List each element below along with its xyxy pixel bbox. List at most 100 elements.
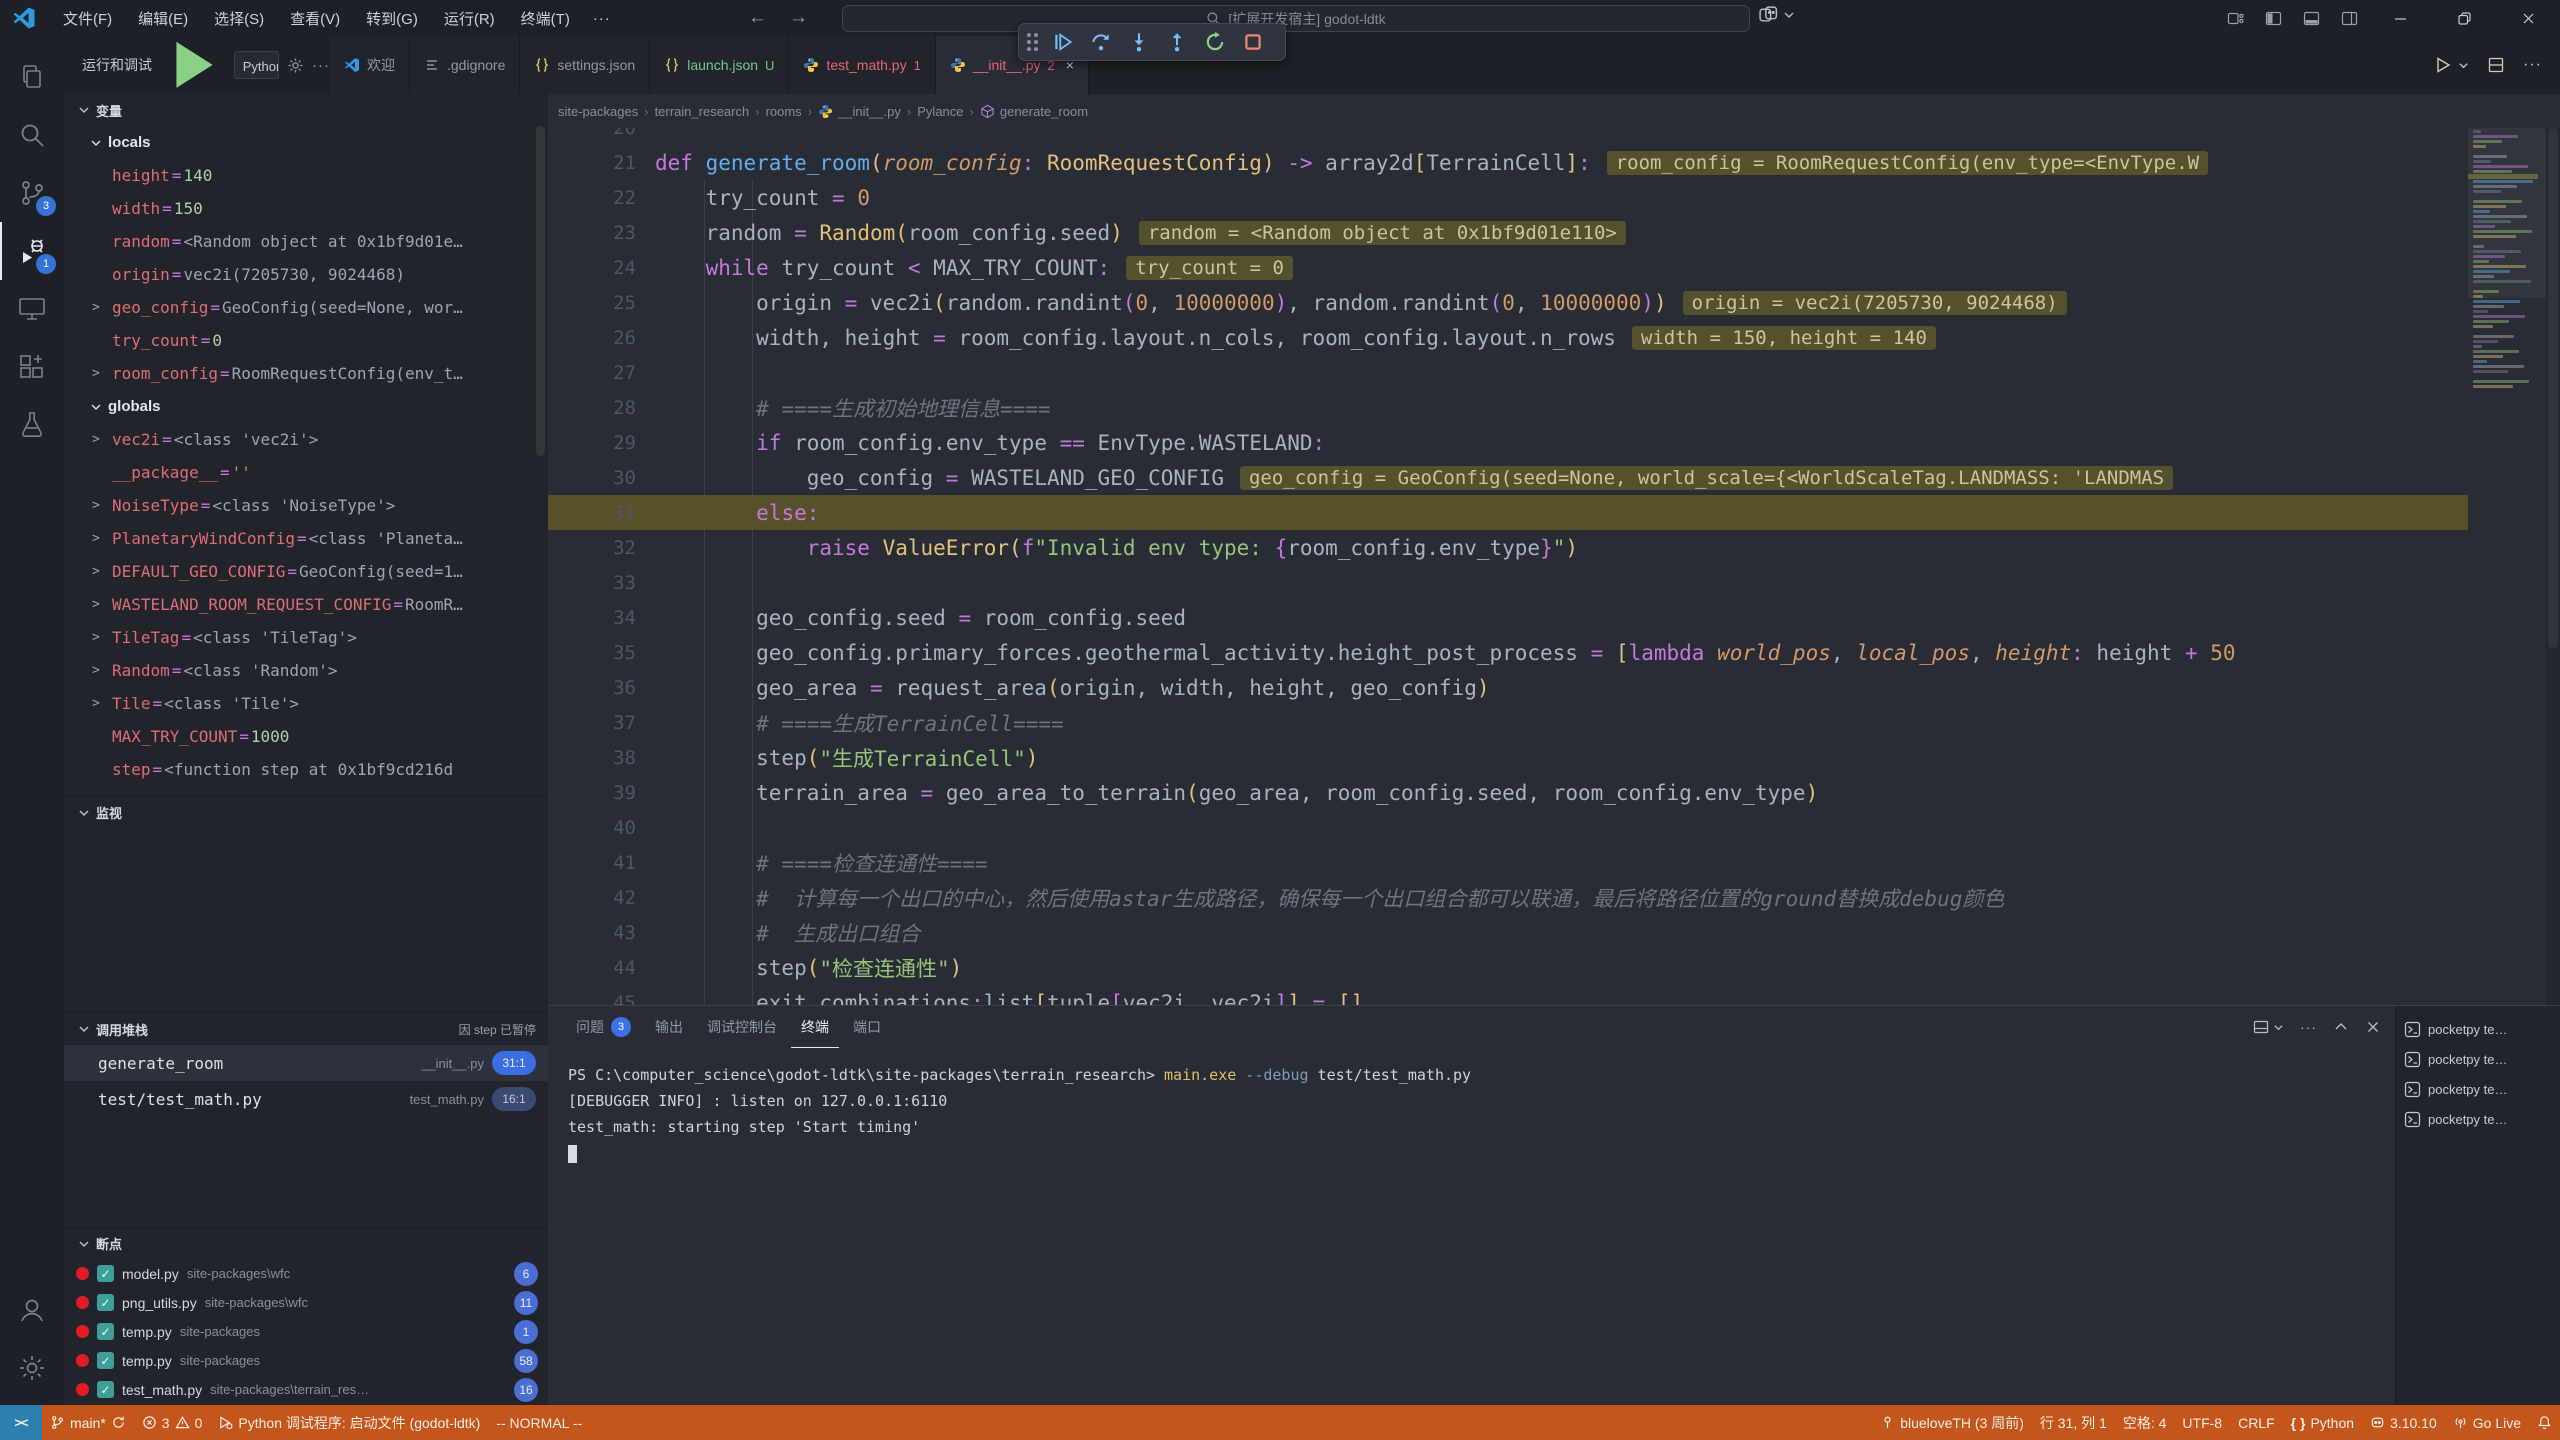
code-line-20[interactable]: 20 [548, 128, 2560, 145]
more-actions-icon[interactable]: ··· [312, 57, 330, 74]
menu-item[interactable]: 文件(F) [50, 4, 125, 33]
tab-settings.json[interactable]: settings.json [520, 36, 650, 94]
variable-try_count[interactable]: try_count = 0 [64, 324, 548, 357]
code-line-45[interactable]: 45 exit_combinations:list[tuple[vec2i, v… [548, 985, 2560, 1005]
breakpoint-checkbox[interactable]: ✓ [97, 1352, 114, 1369]
breakpoint-checkbox[interactable]: ✓ [97, 1323, 114, 1340]
run-and-debug-icon[interactable]: 1 [0, 222, 64, 280]
debug-continue-button[interactable] [1048, 27, 1078, 57]
language-status[interactable]: { } Python [2283, 1405, 2362, 1440]
code-line-25[interactable]: 25 origin = vec2i(random.randint(0, 1000… [548, 285, 2560, 320]
breakpoint-row[interactable]: ✓model.pysite-packages\wfc6 [64, 1259, 548, 1288]
breadcrumb-item[interactable]: __init__.py [818, 104, 901, 119]
toggle-sidebar-icon[interactable] [2254, 0, 2292, 36]
code-line-35[interactable]: 35 geo_config.primary_forces.geothermal_… [548, 635, 2560, 670]
panel-tab-端口[interactable]: 端口 [843, 1006, 891, 1048]
chevron-right-icon[interactable]: > [92, 531, 112, 546]
chevron-right-icon[interactable]: > [92, 498, 112, 513]
terminal-process-item[interactable]: pocketpy te… [2396, 1014, 2560, 1044]
code-line-41[interactable]: 41 # ====检查连通性==== [548, 845, 2560, 880]
breakpoint-row[interactable]: ✓temp.pysite-packages58 [64, 1346, 548, 1375]
interpreter-status[interactable]: 3.10.10 [2362, 1405, 2445, 1440]
variable-NoiseType[interactable]: >NoiseType = <class 'NoiseType'> [64, 489, 548, 522]
eol-status[interactable]: CRLF [2230, 1405, 2283, 1440]
tab-launch.json[interactable]: launch.jsonU [650, 36, 789, 94]
stack-frame[interactable]: test/test_math.pytest_math.py16:1 [64, 1081, 548, 1117]
variable-room_config[interactable]: >room_config = RoomRequestConfig(env_t… [64, 357, 548, 390]
code-line-31[interactable]: ➔31 else: [548, 495, 2560, 530]
scope-locals[interactable]: locals [64, 126, 548, 159]
breakpoint-checkbox[interactable]: ✓ [97, 1294, 114, 1311]
variable-vec2i[interactable]: >vec2i = <class 'vec2i'> [64, 423, 548, 456]
indentation-status[interactable]: 空格: 4 [2115, 1405, 2175, 1440]
panel-tab-输出[interactable]: 输出 [645, 1006, 693, 1048]
account-icon[interactable] [0, 1281, 64, 1339]
code-line-24[interactable]: 24 while try_count < MAX_TRY_COUNT:try_c… [548, 250, 2560, 285]
code-line-32[interactable]: 32 raise ValueError(f"Invalid env type: … [548, 530, 2560, 565]
terminal-process-item[interactable]: pocketpy te… [2396, 1074, 2560, 1104]
menu-item[interactable]: 选择(S) [201, 4, 277, 33]
branch-status[interactable]: main* [42, 1405, 134, 1440]
breadcrumb-item[interactable]: Pylance [917, 104, 963, 119]
code-line-44[interactable]: 44 step("检查连通性") [548, 950, 2560, 985]
more-actions-icon[interactable]: ··· [2523, 56, 2542, 74]
chevron-right-icon[interactable]: > [92, 696, 112, 711]
chevron-right-icon[interactable]: > [92, 300, 112, 315]
testing-beaker-icon[interactable] [0, 396, 64, 454]
drag-grip-icon[interactable] [1027, 33, 1038, 51]
variable-PlanetaryWindConfig[interactable]: >PlanetaryWindConfig = <class 'Planeta… [64, 522, 548, 555]
tab-test_math.py[interactable]: test_math.py1 [789, 36, 935, 94]
terminal-output[interactable]: PS C:\computer_science\godot-ldtk\site-p… [548, 1048, 2395, 1166]
debug-step-out-button[interactable] [1162, 27, 1192, 57]
menu-item[interactable]: 终端(T) [508, 4, 583, 33]
code-line-28[interactable]: 28 # ====生成初始地理信息==== [548, 390, 2560, 425]
debug-config-dropdown[interactable]: Python 调试程序: 启 [234, 51, 279, 79]
chevron-right-icon[interactable]: > [92, 630, 112, 645]
breadcrumb-item[interactable]: terrain_research [655, 104, 750, 119]
code-line-21[interactable]: 21def generate_room(room_config: RoomReq… [548, 145, 2560, 180]
variable-step[interactable]: step = <function step at 0x1bf9cd216d [64, 753, 548, 786]
variable-__package__[interactable]: __package__ = '' [64, 456, 548, 489]
variable-height[interactable]: height = 140 [64, 159, 548, 192]
go-live-status[interactable]: Go Live [2445, 1405, 2529, 1440]
code-line-39[interactable]: 39 terrain_area = geo_area_to_terrain(ge… [548, 775, 2560, 810]
variable-width[interactable]: width = 150 [64, 192, 548, 225]
breakpoint-row[interactable]: ✓temp.pysite-packages1 [64, 1317, 548, 1346]
toggle-secondary-sidebar-icon[interactable] [2330, 0, 2368, 36]
breadcrumb-item[interactable]: generate_room [980, 104, 1088, 119]
start-debugging-button[interactable] [160, 32, 226, 98]
menu-item[interactable]: 转到(G) [353, 4, 431, 33]
code-line-29[interactable]: 29 if room_config.env_type == EnvType.WA… [548, 425, 2560, 460]
encoding-status[interactable]: UTF-8 [2174, 1405, 2230, 1440]
toggle-panel-icon[interactable] [2292, 0, 2330, 36]
terminal-process-item[interactable]: pocketpy te… [2396, 1044, 2560, 1074]
terminal-process-item[interactable]: pocketpy te… [2396, 1104, 2560, 1134]
menu-item[interactable]: 运行(R) [431, 4, 508, 33]
chevron-down-icon[interactable] [2458, 60, 2469, 71]
debug-settings-gear-icon[interactable] [287, 57, 304, 74]
code-editor[interactable]: 2021def generate_room(room_config: RoomR… [548, 128, 2560, 1005]
breadcrumb-item[interactable]: site-packages [558, 104, 638, 119]
breadcrumb-item[interactable]: rooms [766, 104, 802, 119]
debug-step-over-button[interactable] [1086, 27, 1116, 57]
debug-restart-button[interactable] [1200, 27, 1230, 57]
variable-DEFAULT_GEO_CONFIG[interactable]: >DEFAULT_GEO_CONFIG = GeoConfig(seed=1… [64, 555, 548, 588]
watch-section-header[interactable]: 监视 [64, 796, 548, 828]
breakpoint-row[interactable]: ✓test_math.pysite-packages\terrain_res…1… [64, 1375, 548, 1404]
breakpoint-checkbox[interactable]: ✓ [97, 1265, 114, 1282]
chevron-right-icon[interactable]: > [92, 663, 112, 678]
run-python-file-icon[interactable] [2434, 56, 2452, 74]
variable-MAX_TRY_COUNT[interactable]: MAX_TRY_COUNT = 1000 [64, 720, 548, 753]
code-line-27[interactable]: 27 [548, 355, 2560, 390]
variable-TileTag[interactable]: >TileTag = <class 'TileTag'> [64, 621, 548, 654]
breakpoint-checkbox[interactable]: ✓ [97, 1381, 114, 1398]
code-line-22[interactable]: 22 try_count = 0 [548, 180, 2560, 215]
restore-button[interactable] [2432, 0, 2496, 36]
tab-欢迎[interactable]: 欢迎 [330, 36, 410, 94]
profiles-control[interactable] [1758, 4, 1795, 25]
settings-gear-icon[interactable] [0, 1339, 64, 1397]
notification-bell-icon[interactable] [2529, 1405, 2560, 1440]
panel-layout-icon[interactable] [2253, 1019, 2269, 1035]
chevron-down-icon[interactable] [2273, 1022, 2284, 1033]
code-line-42[interactable]: 42 # 计算每一个出口的中心，然后使用astar生成路径，确保每一个出口组合都… [548, 880, 2560, 915]
